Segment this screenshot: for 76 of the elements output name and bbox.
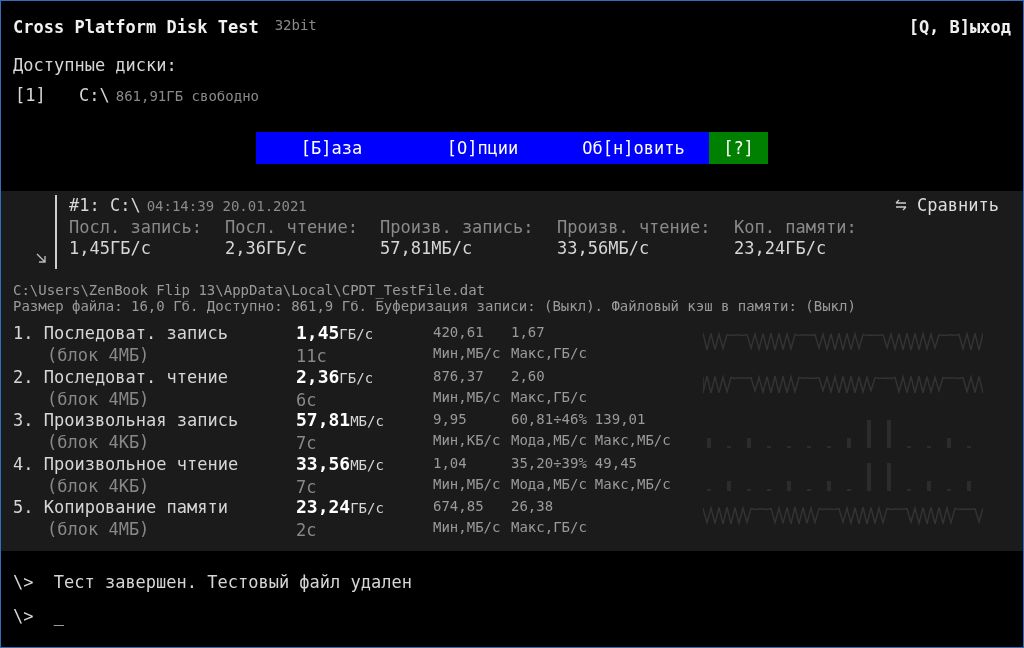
block-size: (блок 4КБ)	[46, 474, 151, 497]
console-prompt: \>	[13, 572, 34, 592]
drive-path[interactable]: C:\	[79, 85, 110, 105]
speed-value: 23,24ГБ/с	[296, 496, 385, 519]
test-name: 5. Копирование памяти	[13, 496, 229, 518]
stat-value: 35,20÷39%	[511, 453, 587, 473]
app-title: Cross Platform Disk Test	[13, 17, 259, 37]
console-prompt: \>	[13, 606, 34, 626]
stat-label: Мода,МБ/с	[511, 431, 587, 450]
block-size: (блок 4МБ)	[46, 344, 151, 366]
stat-value: 876,37	[433, 366, 485, 386]
stat-label: Макс,ГБ/с	[511, 518, 587, 537]
file-path: C:\Users\ZenBook Flip 13\AppData\Local\CPDT_TestFile.dat	[13, 282, 486, 298]
menu-item[interactable]: [Б]аза	[256, 132, 407, 164]
stat-label: Мин,МБ/с	[433, 518, 502, 537]
stat-label: Макс,ГБ/с	[511, 387, 587, 407]
speed-value: 57,81МБ/с	[296, 409, 385, 432]
stat-value: 9,95	[433, 410, 468, 429]
stat-label: Макс,МБ/с	[594, 431, 671, 450]
stat-value: 1,67	[511, 323, 546, 342]
menu-item[interactable]: Об[н]овить	[558, 132, 709, 164]
speed-value: 2,36ГБ/с	[296, 365, 375, 389]
stat-value: 2,60	[511, 366, 546, 386]
test-name: 2. Последоват. чтение	[13, 365, 229, 388]
drive-free-space: 861,91ГБ свободно	[115, 88, 259, 104]
summary-label: Посл. чтение:	[225, 217, 360, 237]
speed-value: 1,45ГБ/с	[296, 322, 375, 345]
stat-label: Макс,МБ/с	[594, 474, 671, 494]
stat-value: 674,85	[433, 497, 485, 516]
drive-key[interactable]: [1]	[13, 85, 79, 105]
stat-value: 1,04	[433, 453, 468, 473]
exit-hint[interactable]: [Q, B]ыход	[908, 17, 1011, 37]
timestamp: 04:14:39 20.01.2021	[146, 198, 307, 214]
arrow-down-right-icon[interactable]	[35, 252, 47, 264]
duration: 11с	[296, 345, 328, 367]
stat-label: Мин,МБ/с	[433, 387, 502, 407]
build-label: 32bit	[274, 17, 317, 33]
summary-label: Посл. запись:	[69, 217, 204, 237]
summary-label: Произв. чтение:	[557, 217, 712, 237]
stat-label: Мода,МБ/с	[511, 474, 587, 494]
summary-value: 57,81МБ/с	[380, 238, 474, 258]
file-info: Размер файла: 16,0 Гб. Доступно: 861,9 Гб. Буферизация записи: (Выкл). Файловый кэш в памяти: (Выкл)	[13, 298, 857, 314]
stat-value: 49,45	[594, 453, 638, 473]
summary-value: 2,36ГБ/с	[225, 238, 308, 258]
duration: 7с	[296, 475, 318, 498]
summary-label: Коп. памяти:	[734, 217, 858, 237]
test-name: 4. Произвольное чтение	[13, 452, 240, 475]
stat-value: 420,61	[433, 323, 485, 342]
console-text: Тест завершен. Тестовый файл удален	[53, 572, 412, 592]
block-size: (блок 4МБ)	[46, 518, 151, 540]
summary-value: 23,24ГБ/с	[734, 238, 828, 258]
block-size: (блок 4КБ)	[46, 431, 151, 453]
block-size: (блок 4МБ)	[46, 387, 151, 410]
stat-value: 26,38	[511, 497, 555, 516]
swap-arrows-icon	[895, 199, 908, 211]
stat-value: 60,81÷46%	[511, 410, 587, 429]
summary-value: 33,56МБ/с	[557, 238, 651, 258]
compare-button[interactable]: Сравнить	[895, 195, 999, 215]
summary-label: Произв. запись:	[380, 217, 535, 237]
duration: 2с	[296, 519, 318, 541]
test-name: 1. Последоват. запись	[13, 322, 229, 344]
stat-label: Макс,ГБ/с	[511, 344, 587, 363]
speed-value: 33,56МБ/с	[296, 452, 385, 476]
duration: 6с	[296, 388, 318, 411]
help-button[interactable]: [?]	[709, 132, 768, 164]
menu-item[interactable]: [О]пции	[407, 132, 558, 164]
console-text: _	[53, 606, 64, 626]
stat-value: 139,01	[594, 410, 647, 429]
summary-value: 1,45ГБ/с	[69, 238, 152, 258]
test-name: 3. Произвольная запись	[13, 409, 240, 431]
stat-label: Мин,МБ/с	[433, 474, 502, 494]
stat-label: Мин,МБ/с	[433, 344, 502, 363]
result-title: #1: C:\	[69, 195, 141, 215]
duration: 7с	[296, 432, 318, 454]
drives-heading: Доступные диски:	[13, 55, 178, 75]
stat-label: Мин,КБ/с	[433, 431, 502, 450]
